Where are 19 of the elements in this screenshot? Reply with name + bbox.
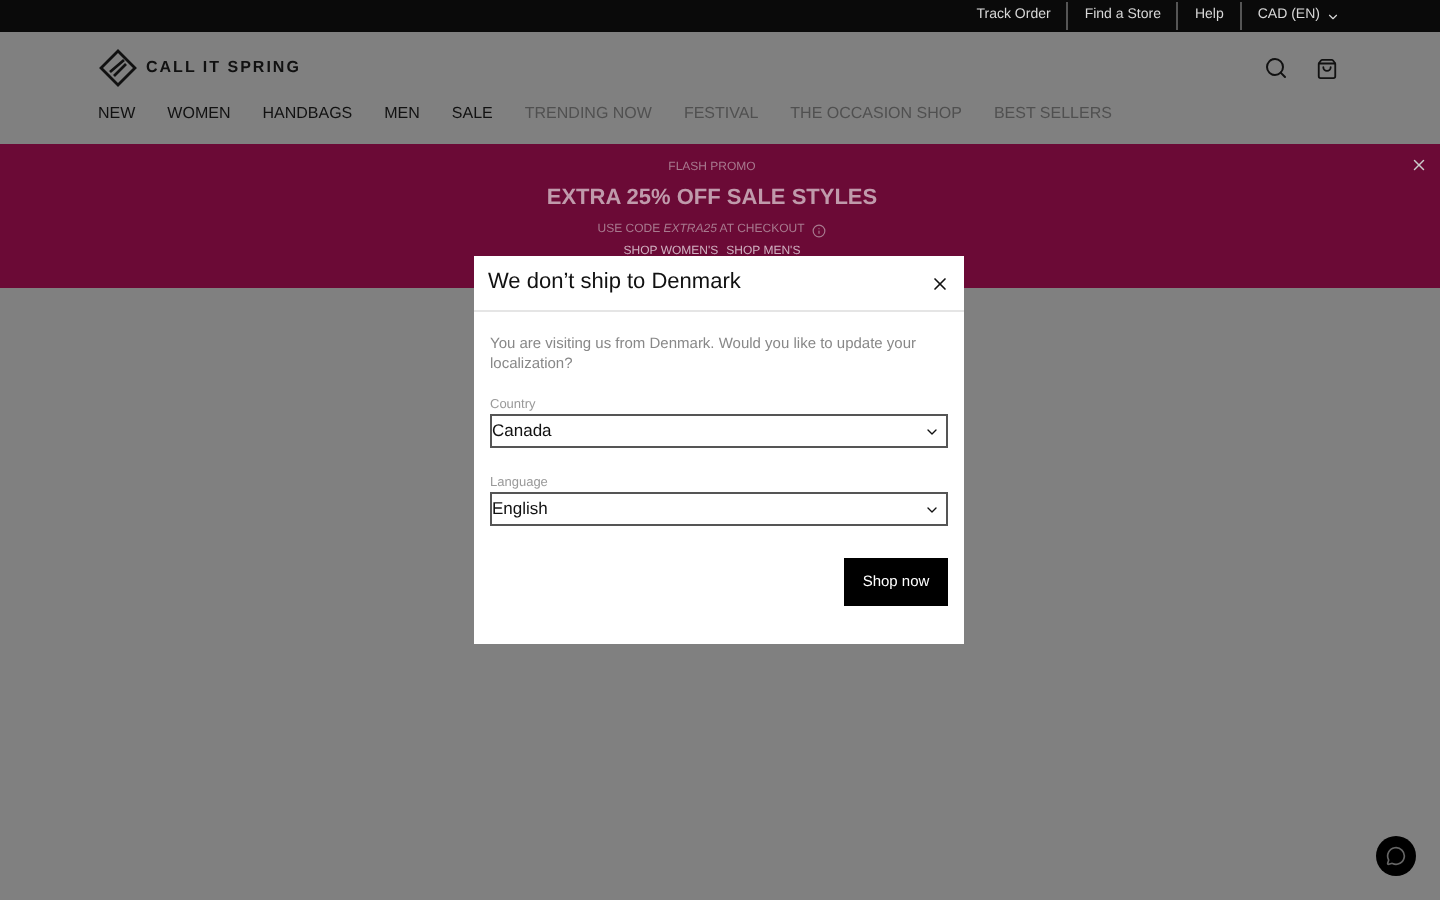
search-icon[interactable] [1264, 56, 1288, 80]
bag-icon[interactable] [1316, 57, 1338, 79]
select-field[interactable]: English [490, 492, 948, 526]
nav-link[interactable]: NEW [98, 102, 136, 144]
info-icon[interactable] [812, 223, 827, 237]
close-icon[interactable] [1410, 156, 1428, 174]
logo-icon [98, 48, 138, 88]
nav-link[interactable]: MEN [384, 102, 420, 144]
nav-link[interactable]: SALE [451, 102, 493, 144]
logo-text: CALL IT SPRING [146, 56, 301, 80]
nav-link[interactable]: WOMEN [167, 102, 231, 144]
nav-link[interactable]: HANDBAGS [262, 102, 353, 144]
chat-icon [1386, 846, 1406, 866]
close-icon[interactable] [930, 273, 950, 293]
chat-button[interactable] [1376, 836, 1416, 876]
dialog-title: We don’t ship to Denmark [488, 268, 741, 299]
promo-headline: EXTRA 25% OFF SALE STYLES [546, 184, 878, 214]
caret-icon [1326, 9, 1340, 23]
select-field[interactable]: Canada [490, 414, 948, 448]
